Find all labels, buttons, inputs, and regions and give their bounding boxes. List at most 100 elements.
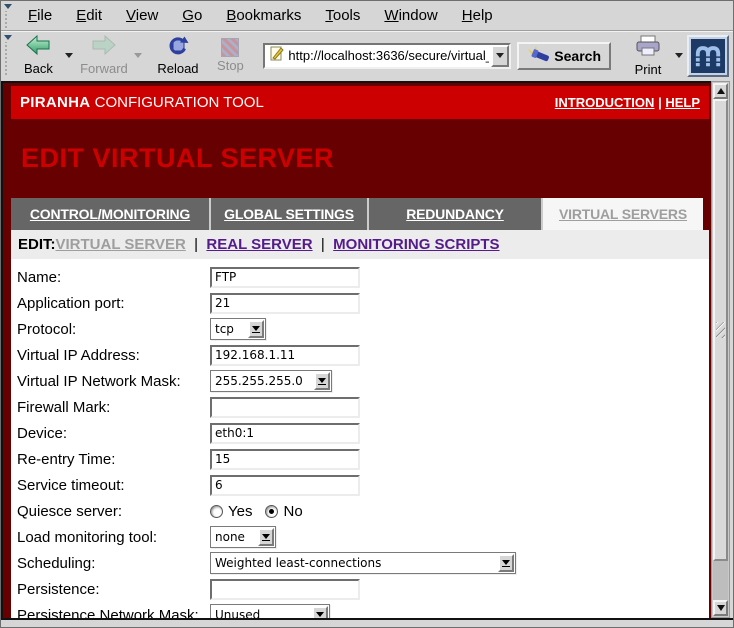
menu-window[interactable]: Window (372, 3, 449, 28)
name-input[interactable] (210, 267, 360, 288)
scrollbar-grip-icon (716, 322, 725, 338)
application-port-input[interactable] (210, 293, 360, 314)
field-row-protocol: Protocol: tcp (11, 316, 709, 342)
vertical-scrollbar[interactable] (711, 81, 730, 618)
load-monitoring-select[interactable]: none (210, 526, 276, 548)
reentry-time-input[interactable] (210, 449, 360, 470)
print-dropdown-arrow[interactable] (675, 53, 683, 58)
quiesce-yes-radio[interactable] (210, 505, 223, 518)
menu-bookmarks[interactable]: Bookmarks (214, 3, 313, 28)
scrollbar-track[interactable] (713, 561, 728, 600)
page-title: EDIT VIRTUAL SERVER (11, 143, 334, 174)
service-timeout-input[interactable] (210, 475, 360, 496)
chevron-down-icon (312, 606, 328, 618)
quiesce-yes-label: Yes (228, 503, 252, 520)
subnav-virtual-server[interactable]: VIRTUAL SERVER (56, 236, 186, 253)
forward-label: Forward (80, 61, 128, 76)
mozilla-logo-button[interactable] (687, 35, 729, 77)
scroll-up-arrow-icon[interactable] (713, 83, 728, 99)
stop-icon (221, 38, 239, 57)
load-monitoring-value: none (211, 530, 257, 544)
field-row-persistence-mask: Persistence Network Mask: Unused (11, 602, 709, 618)
menu-help[interactable]: Help (450, 3, 505, 28)
toolbar-grippy[interactable] (3, 34, 13, 77)
persistence-netmask-select[interactable]: Unused (210, 604, 330, 618)
brand-bold: PIRANHA (20, 94, 90, 111)
menu-view[interactable]: View (114, 3, 170, 28)
persistence-label: Persistence: (11, 581, 210, 598)
stop-label: Stop (217, 58, 244, 73)
persistence-input[interactable] (210, 579, 360, 600)
url-bar (263, 43, 511, 69)
vip-netmask-value: 255.255.255.0 (211, 374, 313, 388)
reload-label: Reload (157, 61, 198, 76)
menu-edit[interactable]: Edit (64, 3, 114, 28)
field-row-timeout: Service timeout: (11, 472, 709, 498)
field-row-persistence: Persistence: (11, 576, 709, 602)
tab-label: REDUNDANCY (406, 206, 504, 222)
scrollbar-thumb[interactable] (713, 99, 728, 561)
protocol-label: Protocol: (11, 321, 210, 338)
search-button[interactable]: Search (517, 42, 611, 70)
reload-icon (167, 35, 189, 60)
scheduling-label: Scheduling: (11, 555, 210, 572)
forward-dropdown-arrow[interactable] (134, 53, 142, 58)
back-button[interactable]: Back (15, 33, 61, 78)
subnav-real-server[interactable]: REAL SERVER (206, 236, 312, 253)
toolbar-grippy[interactable] (3, 3, 14, 28)
chevron-down-icon (258, 528, 274, 546)
header-links: INTRODUCTION | HELP (555, 95, 700, 110)
back-icon (26, 35, 50, 60)
virtual-ip-input[interactable] (210, 345, 360, 366)
url-dropdown-button[interactable] (491, 45, 509, 67)
quiesce-server-label: Quiesce server: (11, 503, 210, 520)
search-flashlight-icon (527, 46, 551, 66)
tab-redundancy[interactable]: REDUNDANCY (369, 198, 543, 230)
subnav-monitoring-scripts[interactable]: MONITORING SCRIPTS (333, 236, 499, 253)
device-input[interactable] (210, 423, 360, 444)
chevron-down-icon (498, 554, 514, 572)
print-icon (635, 35, 661, 61)
firewall-mark-input[interactable] (210, 397, 360, 418)
quiesce-no-label: No (283, 503, 302, 520)
tab-global-settings[interactable]: GLOBAL SETTINGS (211, 198, 369, 230)
field-row-quiesce: Quiesce server: Yes No (11, 498, 709, 524)
chevron-down-icon (314, 372, 330, 390)
chevron-down-icon (248, 320, 264, 338)
persistence-mask-label: Persistence Network Mask: (11, 607, 210, 619)
help-link[interactable]: HELP (665, 95, 700, 110)
protocol-select[interactable]: tcp (210, 318, 266, 340)
tab-virtual-servers[interactable]: VIRTUAL SERVERS (543, 198, 703, 230)
quiesce-no-radio[interactable] (265, 505, 278, 518)
menu-go[interactable]: Go (170, 3, 214, 28)
menu-bar: File Edit View Go Bookmarks Tools Window… (1, 1, 733, 31)
bookmark-page-icon[interactable] (269, 46, 284, 66)
section-tabs: CONTROL/MONITORING GLOBAL SETTINGS REDUN… (11, 198, 709, 230)
reentry-time-label: Re-entry Time: (11, 451, 210, 468)
scroll-down-arrow-icon[interactable] (713, 600, 728, 616)
tab-control-monitoring[interactable]: CONTROL/MONITORING (11, 198, 211, 230)
title-zone: EDIT VIRTUAL SERVER (11, 119, 709, 198)
tab-label: VIRTUAL SERVERS (559, 206, 687, 222)
tab-label: CONTROL/MONITORING (30, 206, 190, 222)
forward-button[interactable]: Forward (77, 33, 130, 78)
vip-mask-label: Virtual IP Network Mask: (11, 373, 210, 390)
browser-window: File Edit View Go Bookmarks Tools Window… (0, 0, 734, 628)
field-row-scheduling: Scheduling: Weighted least-connections (11, 550, 709, 576)
print-label: Print (635, 62, 662, 77)
back-dropdown-arrow[interactable] (65, 53, 73, 58)
scheduling-select[interactable]: Weighted least-connections (210, 552, 516, 574)
url-input[interactable] (286, 48, 491, 63)
device-label: Device: (11, 425, 210, 442)
subnav-prefix: EDIT: (18, 236, 56, 253)
print-button[interactable]: Print (625, 33, 671, 79)
stop-button[interactable]: Stop (207, 36, 253, 75)
menu-tools[interactable]: Tools (313, 3, 372, 28)
menu-file[interactable]: File (16, 3, 64, 28)
introduction-link[interactable]: INTRODUCTION (555, 95, 655, 110)
header-link-separator: | (658, 95, 662, 110)
vip-netmask-select[interactable]: 255.255.255.0 (210, 370, 332, 392)
mozilla-m-icon (691, 39, 725, 73)
reload-button[interactable]: Reload (154, 33, 201, 78)
quiesce-radio-group: Yes No (210, 503, 311, 520)
